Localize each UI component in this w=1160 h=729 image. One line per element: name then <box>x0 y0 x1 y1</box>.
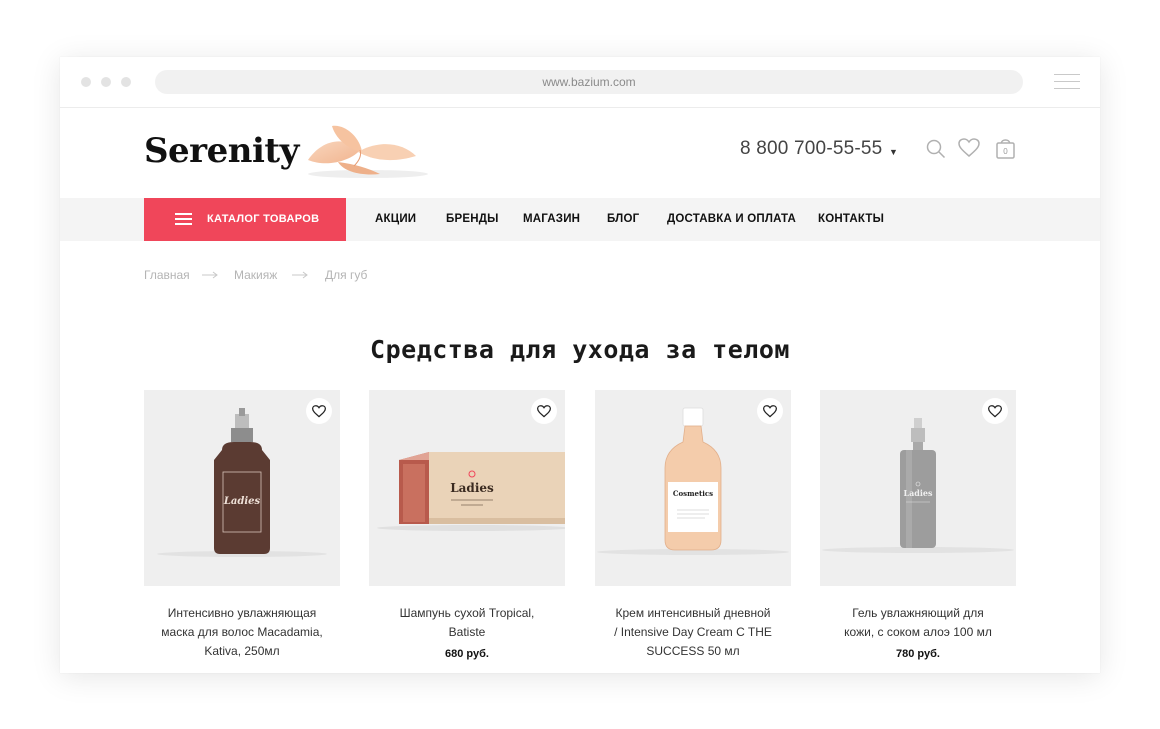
product-name-line: маска для волос Macadamia, <box>161 625 323 639</box>
add-to-wishlist-button[interactable] <box>306 398 332 424</box>
breadcrumb-item-home[interactable]: Главная <box>144 268 190 282</box>
add-to-wishlist-button[interactable] <box>982 398 1008 424</box>
product-name-line: Крем интенсивный дневной <box>615 606 771 620</box>
product-price: 680 руб. <box>445 648 489 660</box>
browser-window: www.bazium.com Serenity 8 800 700-55-55 … <box>60 57 1100 673</box>
product-label-text: Ladies <box>450 481 494 495</box>
site-logo[interactable]: Serenity <box>144 131 299 171</box>
breadcrumb-arrow-icon <box>202 271 218 279</box>
product-name-line: Batiste <box>448 625 486 639</box>
window-dot-maximize[interactable] <box>121 77 131 87</box>
flower-petal-decoration <box>308 125 428 178</box>
cart-count: 0 <box>1003 147 1008 156</box>
phone-dropdown-icon[interactable]: ▼ <box>889 147 898 157</box>
window-dot-minimize[interactable] <box>101 77 111 87</box>
nav-item-shop[interactable]: МАГАЗИН <box>523 198 580 241</box>
product-label-text: Ladies <box>903 488 933 498</box>
nav-item-brands[interactable]: БРЕНДЫ <box>446 198 499 241</box>
menu-hamburger-icon <box>175 213 192 226</box>
product-name-line: Гель увлажняющий для <box>852 606 984 620</box>
product-name-line: SUCCESS 50 мл <box>646 644 740 658</box>
page-title: Средства для ухода за телом <box>370 335 790 364</box>
product-name[interactable]: Гель увлажняющий для кожи, с соком алоэ … <box>820 604 1016 642</box>
product-name[interactable]: Шампунь сухой Tropical, Batiste <box>369 604 565 642</box>
search-icon[interactable] <box>926 139 946 159</box>
product-name-line: кожи, с соком алоэ 100 мл <box>844 625 992 639</box>
product-image[interactable]: Ladies <box>144 390 340 586</box>
breadcrumb-item-makeup[interactable]: Макияж <box>234 268 277 282</box>
catalog-button-label: КАТАЛОГ ТОВАРОВ <box>207 213 320 225</box>
window-dot-close[interactable] <box>81 77 91 87</box>
product-name-line: Kativa, 250мл <box>204 644 280 658</box>
heart-icon <box>988 404 1002 417</box>
nav-item-blog[interactable]: БЛОГ <box>607 198 639 241</box>
browser-chrome: www.bazium.com <box>60 57 1100 108</box>
cart-bag-icon[interactable]: 0 <box>996 137 1015 159</box>
breadcrumb-item-current: Для губ <box>325 268 368 282</box>
product-label-text: Cosmetics <box>673 489 713 498</box>
product-image[interactable]: Cosmetics <box>595 390 791 586</box>
product-name-line: Шампунь сухой Tropical, <box>399 606 535 620</box>
nav-item-promotions[interactable]: АКЦИИ <box>375 198 416 241</box>
product-name-line: Интенсивно увлажняющая <box>167 606 317 620</box>
catalog-button[interactable]: КАТАЛОГ ТОВАРОВ <box>144 198 346 241</box>
product-image[interactable]: Ladies <box>369 390 565 586</box>
heart-icon <box>537 404 551 417</box>
heart-icon <box>312 404 326 417</box>
product-image[interactable]: Ladies <box>820 390 1016 586</box>
heart-icon <box>763 404 777 417</box>
nav-item-contacts[interactable]: КОНТАКТЫ <box>818 198 884 241</box>
address-bar[interactable]: www.bazium.com <box>155 70 1023 94</box>
phone-number[interactable]: 8 800 700-55-55 <box>740 138 882 160</box>
breadcrumb-arrow-icon <box>292 271 308 279</box>
main-nav: КАТАЛОГ ТОВАРОВ АКЦИИ БРЕНДЫ МАГАЗИН БЛО… <box>60 198 1100 241</box>
add-to-wishlist-button[interactable] <box>531 398 557 424</box>
product-name[interactable]: Крем интенсивный дневной / Intensive Day… <box>595 604 791 661</box>
product-price: 780 руб. <box>896 648 940 660</box>
product-name-line: / Intensive Day Cream C THE <box>614 625 772 639</box>
nav-item-delivery[interactable]: ДОСТАВКА И ОПЛАТА <box>667 198 796 241</box>
wishlist-heart-icon[interactable] <box>958 138 980 158</box>
browser-menu-icon[interactable] <box>1054 74 1080 90</box>
product-name[interactable]: Интенсивно увлажняющая маска для волос M… <box>144 604 340 661</box>
add-to-wishlist-button[interactable] <box>757 398 783 424</box>
site-header: Serenity 8 800 700-55-55 ▼ 0 <box>60 108 1100 198</box>
product-label-text: Ladies <box>223 496 261 507</box>
